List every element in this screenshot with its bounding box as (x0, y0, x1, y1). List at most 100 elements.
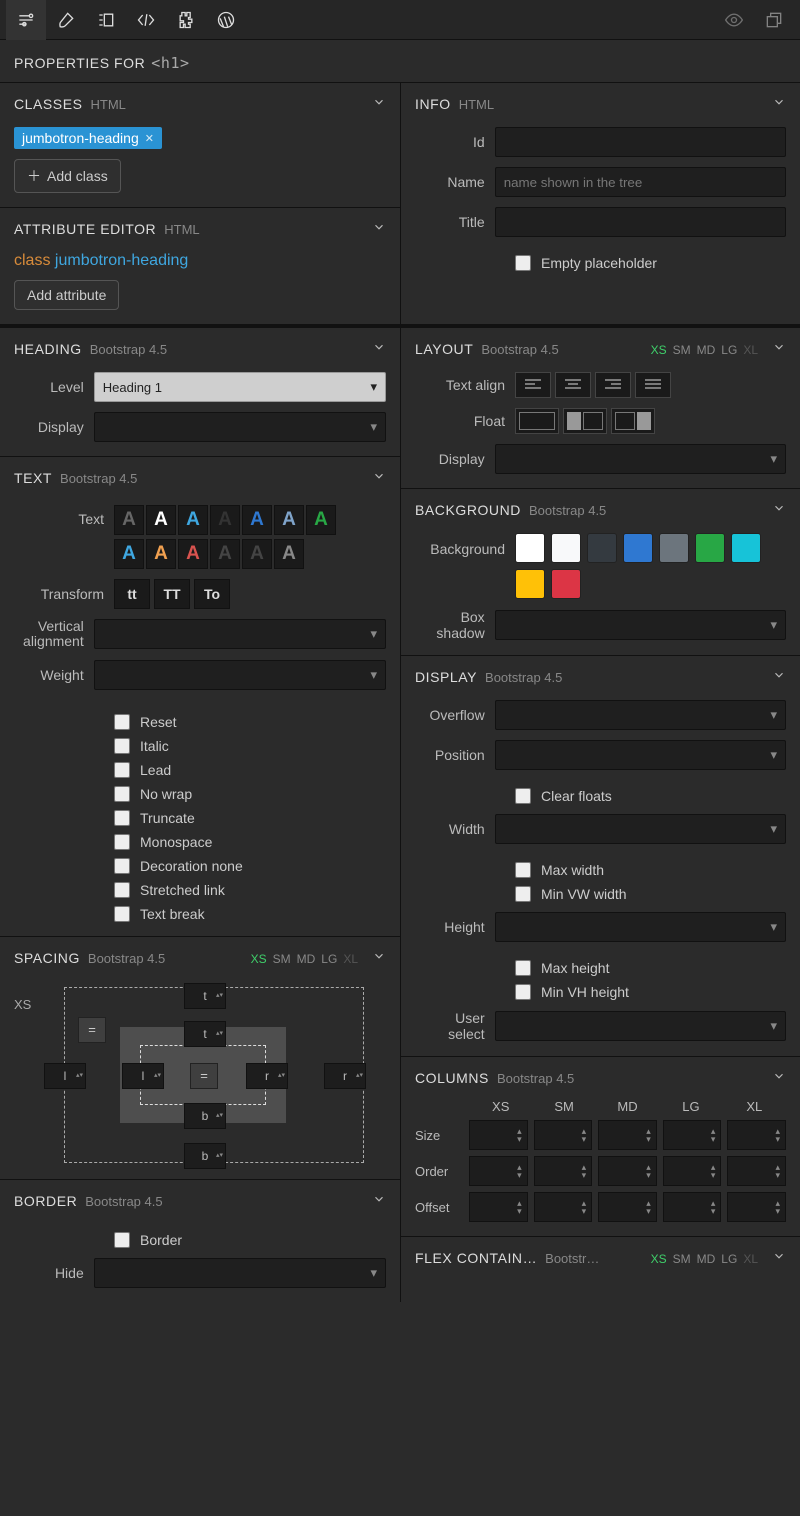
attreditor-collapse[interactable] (372, 220, 386, 237)
spacing-collapse[interactable] (372, 949, 386, 966)
align-justify-button[interactable] (635, 372, 671, 398)
breakpoint-sm[interactable]: SM (673, 343, 691, 357)
hide-select[interactable]: ▾ (94, 1258, 386, 1288)
bg-swatch[interactable] (695, 533, 725, 563)
padding-top-stepper[interactable]: t▴▾ (184, 1021, 226, 1047)
transform-button[interactable]: tt (114, 579, 150, 609)
column-stepper[interactable]: ▴▾ (469, 1156, 528, 1186)
brush-tab[interactable] (46, 0, 86, 40)
text-option-checkbox[interactable]: Italic (114, 738, 243, 754)
float-right-button[interactable] (611, 408, 655, 434)
margin-top-stepper[interactable]: t▴▾ (184, 983, 226, 1009)
breakpoint-sm[interactable]: SM (673, 1252, 691, 1266)
bg-swatch[interactable] (731, 533, 761, 563)
padding-lock-button[interactable]: = (190, 1063, 218, 1089)
margin-lock-button[interactable]: = (78, 1017, 106, 1043)
shadow-select[interactable]: ▾ (495, 610, 786, 640)
text-option-checkbox[interactable]: No wrap (114, 786, 243, 802)
column-stepper[interactable]: ▴▾ (727, 1120, 786, 1150)
width-select[interactable]: ▾ (495, 814, 786, 844)
bg-swatch[interactable] (623, 533, 653, 563)
code-tab[interactable] (126, 0, 166, 40)
float-left-button[interactable] (563, 408, 607, 434)
background-collapse[interactable] (772, 501, 786, 518)
text-color-swatch[interactable]: A (242, 505, 272, 535)
breakpoint-xs[interactable]: XS (251, 952, 267, 966)
text-color-swatch[interactable]: A (210, 505, 240, 535)
text-color-swatch[interactable]: A (146, 505, 176, 535)
text-color-swatch[interactable]: A (178, 539, 208, 569)
layout-collapse[interactable] (772, 340, 786, 357)
name-field[interactable] (495, 167, 786, 197)
breakpoint-xl[interactable]: XL (343, 952, 358, 966)
breakpoint-lg[interactable]: LG (721, 1252, 737, 1266)
text-color-swatch[interactable]: A (178, 505, 208, 535)
breakpoint-xs[interactable]: XS (651, 1252, 667, 1266)
heading-collapse[interactable] (372, 340, 386, 357)
bg-swatch[interactable] (515, 569, 545, 599)
flex-collapse[interactable] (772, 1249, 786, 1266)
align-left-button[interactable] (515, 372, 551, 398)
text-color-swatch[interactable]: A (210, 539, 240, 569)
plugin-tab[interactable] (166, 0, 206, 40)
breakpoint-lg[interactable]: LG (721, 343, 737, 357)
breakpoint-xl[interactable]: XL (743, 343, 758, 357)
text-option-checkbox[interactable]: Stretched link (114, 882, 243, 898)
text-option-checkbox[interactable]: Monospace (114, 834, 243, 850)
title-field[interactable] (495, 207, 786, 237)
column-stepper[interactable]: ▴▾ (727, 1192, 786, 1222)
text-color-swatch[interactable]: A (114, 539, 144, 569)
text-color-swatch[interactable]: A (242, 539, 272, 569)
text-color-swatch[interactable]: A (114, 505, 144, 535)
bg-swatch[interactable] (551, 533, 581, 563)
properties-tab[interactable] (6, 0, 46, 40)
classes-collapse[interactable] (372, 95, 386, 112)
breakpoint-xs[interactable]: XS (651, 343, 667, 357)
column-stepper[interactable]: ▴▾ (663, 1156, 722, 1186)
class-chip[interactable]: jumbotron-heading ✕ (14, 127, 162, 149)
overflow-select[interactable]: ▾ (495, 700, 786, 730)
breakpoint-lg[interactable]: LG (321, 952, 337, 966)
weight-select[interactable]: ▾ (94, 660, 386, 690)
bg-swatch[interactable] (515, 533, 545, 563)
position-select[interactable]: ▾ (495, 740, 786, 770)
column-stepper[interactable]: ▴▾ (598, 1120, 657, 1150)
column-stepper[interactable]: ▴▾ (534, 1120, 593, 1150)
bg-swatch[interactable] (587, 533, 617, 563)
heading-display-select[interactable]: ▾ (94, 412, 386, 442)
margin-left-stepper[interactable]: l▴▾ (44, 1063, 86, 1089)
text-color-swatch[interactable]: A (306, 505, 336, 535)
float-none-button[interactable] (515, 408, 559, 434)
text-collapse[interactable] (372, 469, 386, 486)
text-option-checkbox[interactable]: Text break (114, 906, 243, 922)
align-right-button[interactable] (595, 372, 631, 398)
layout-display-select[interactable]: ▾ (495, 444, 786, 474)
column-stepper[interactable]: ▴▾ (663, 1192, 722, 1222)
display-collapse[interactable] (772, 668, 786, 685)
column-stepper[interactable]: ▴▾ (534, 1156, 593, 1186)
detach-icon[interactable] (754, 0, 794, 40)
column-stepper[interactable]: ▴▾ (598, 1192, 657, 1222)
id-field[interactable] (495, 127, 786, 157)
remove-class-icon[interactable]: ✕ (145, 132, 154, 145)
padding-bottom-stepper[interactable]: b▴▾ (184, 1103, 226, 1129)
text-option-checkbox[interactable]: Decoration none (114, 858, 243, 874)
text-option-checkbox[interactable]: Lead (114, 762, 243, 778)
breakpoint-xl[interactable]: XL (743, 1252, 758, 1266)
column-stepper[interactable]: ▴▾ (469, 1120, 528, 1150)
column-stepper[interactable]: ▴▾ (469, 1192, 528, 1222)
info-collapse[interactable] (772, 95, 786, 112)
margin-right-stepper[interactable]: r▴▾ (324, 1063, 366, 1089)
wordpress-tab[interactable] (206, 0, 246, 40)
maxh-checkbox[interactable]: Max height (515, 960, 786, 976)
text-color-swatch[interactable]: A (274, 505, 304, 535)
usel-select[interactable]: ▾ (495, 1011, 786, 1041)
minvh-checkbox[interactable]: Min VH height (515, 984, 786, 1000)
column-stepper[interactable]: ▴▾ (727, 1156, 786, 1186)
attribute-line[interactable]: class jumbotron-heading (14, 252, 386, 270)
add-class-button[interactable]: ＋ Add class (14, 159, 121, 193)
align-center-button[interactable] (555, 372, 591, 398)
column-stepper[interactable]: ▴▾ (598, 1156, 657, 1186)
breakpoint-md[interactable]: MD (297, 952, 316, 966)
text-option-checkbox[interactable]: Reset (114, 714, 243, 730)
